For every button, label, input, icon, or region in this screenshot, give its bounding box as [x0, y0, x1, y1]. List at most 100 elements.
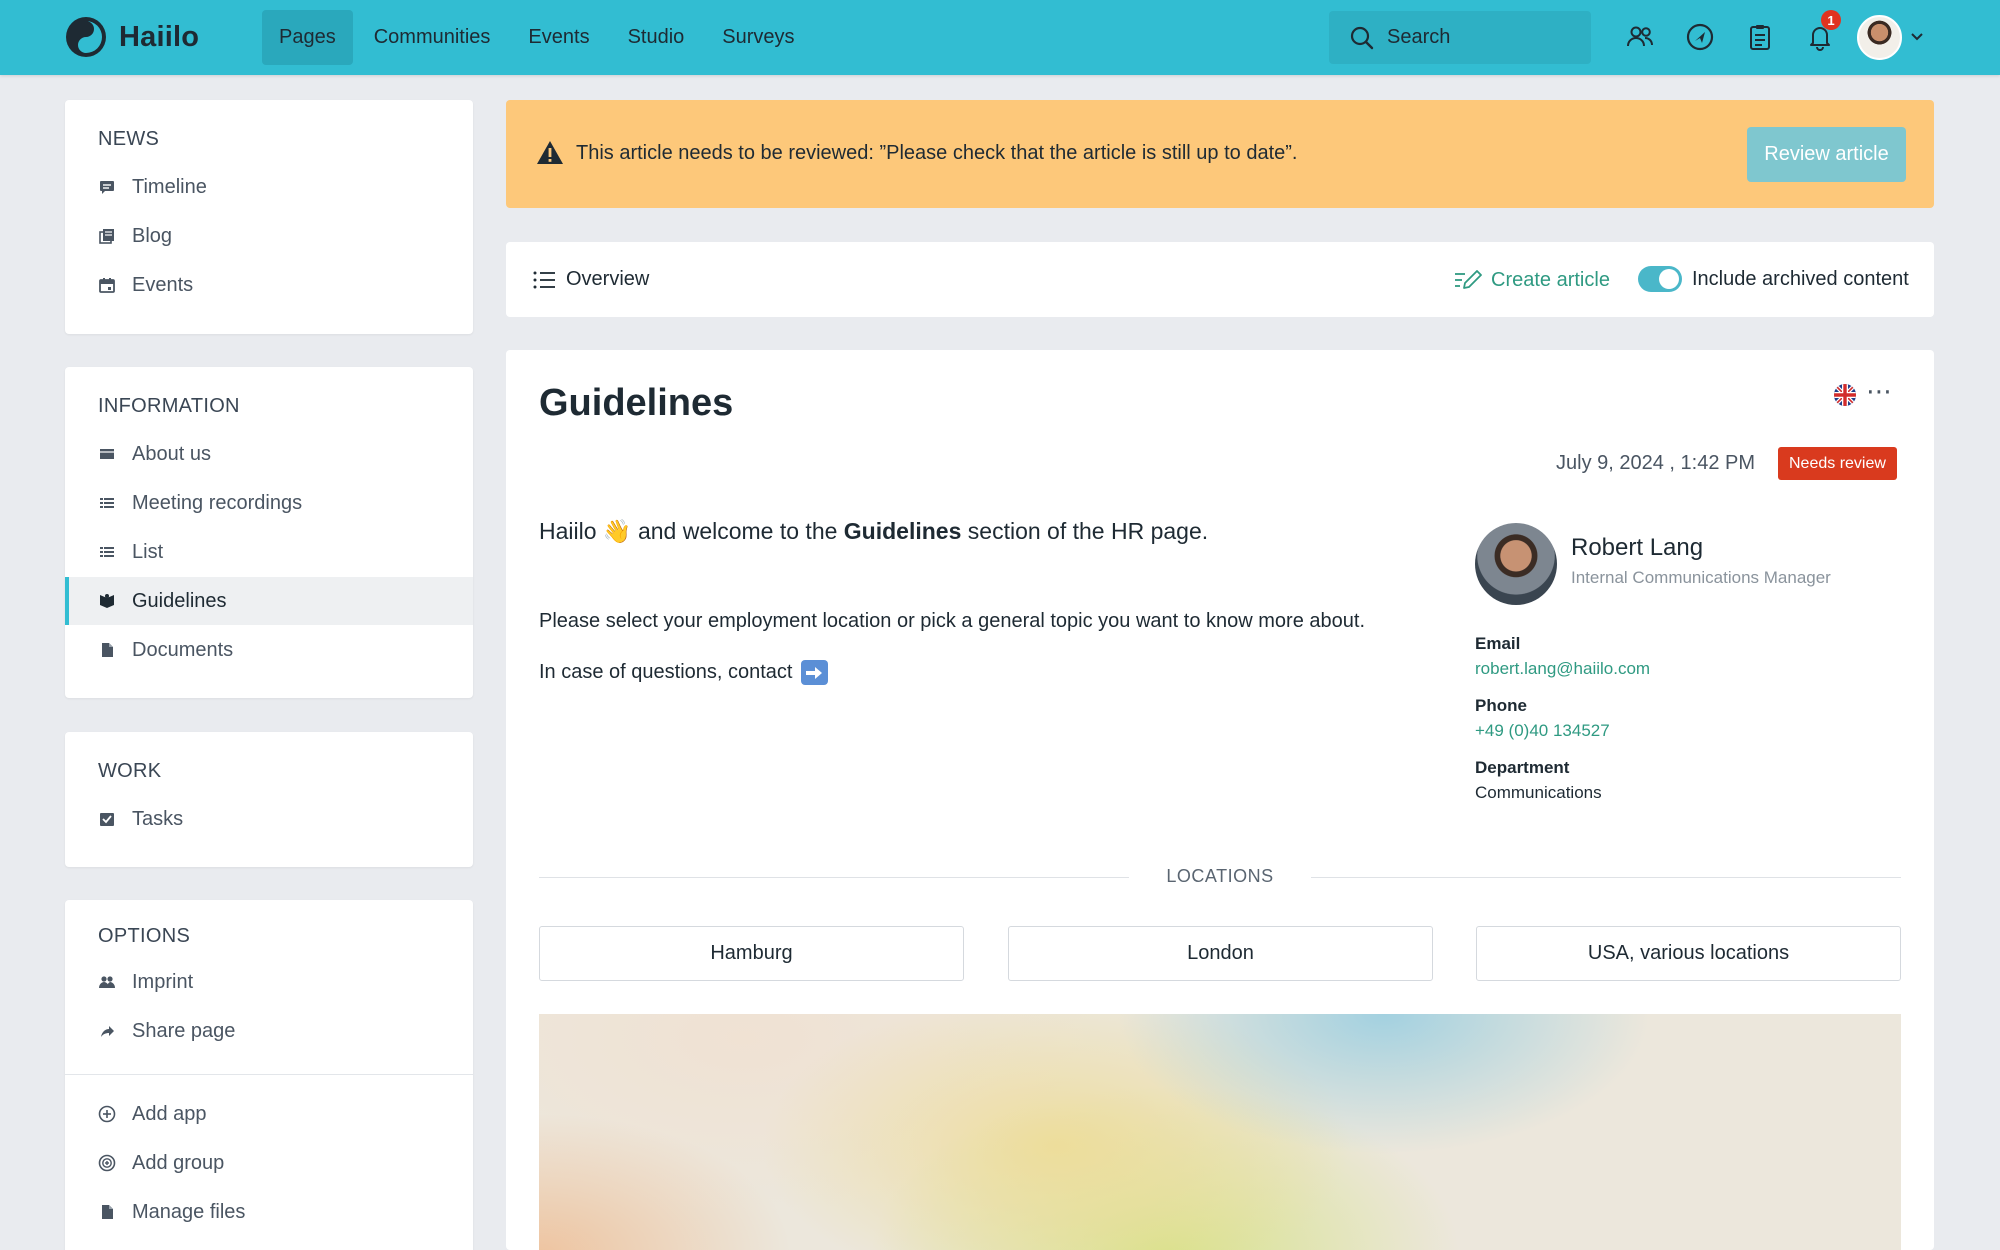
status-badge: Needs review: [1778, 447, 1897, 480]
sidebar-item-blog[interactable]: Blog: [65, 212, 473, 260]
department-value: Communications: [1475, 783, 1602, 802]
contact-role: Internal Communications Manager: [1571, 568, 1831, 587]
page-layout-icon: [98, 445, 116, 463]
nav-communities[interactable]: Communities: [357, 10, 508, 65]
location-button-hamburg[interactable]: Hamburg: [539, 926, 964, 981]
article-paragraph-contact: In case of questions, contact: [539, 660, 828, 685]
contact-avatar[interactable]: [1475, 523, 1557, 605]
email-link[interactable]: robert.lang@haiilo.com: [1475, 659, 1650, 679]
phone-link[interactable]: +49 (0)40 134527: [1475, 721, 1610, 741]
sidebar-item-label: Tasks: [132, 807, 184, 830]
search-placeholder: Search: [1387, 26, 1451, 48]
sidebar-item-label: Add app: [132, 1102, 207, 1125]
nav-pages[interactable]: Pages: [262, 10, 353, 65]
sidebar-item-share-page[interactable]: Share page: [65, 1007, 473, 1055]
location-button-london[interactable]: London: [1008, 926, 1433, 981]
add-group-icon: [98, 1154, 116, 1172]
list-icon: [98, 543, 116, 561]
sidebar-item-label: Blog: [132, 224, 173, 247]
clipboard-icon[interactable]: [1743, 20, 1777, 54]
checkbox-icon: [98, 810, 116, 828]
sidebar-news-card: NEWS Timeline Blog Events: [65, 100, 473, 334]
list-icon: [98, 494, 116, 512]
uk-flag-icon[interactable]: [1834, 384, 1856, 406]
alert-message: This article needs to be reviewed: ”Plea…: [576, 142, 1298, 164]
sidebar-item-list[interactable]: List: [65, 528, 473, 576]
nav-studio[interactable]: Studio: [611, 10, 702, 65]
review-alert: This article needs to be reviewed: ”Plea…: [506, 100, 1934, 208]
sidebar-item-label: Documents: [132, 638, 234, 661]
phone-label: Phone: [1475, 696, 1527, 715]
archived-content-toggle[interactable]: [1638, 266, 1682, 292]
warning-icon: [537, 141, 563, 164]
sidebar-item-label: Imprint: [132, 970, 194, 993]
contact-name[interactable]: Robert Lang: [1571, 534, 1703, 562]
article-card: Guidelines ⋯ July 9, 2024 , 1:42 PM Need…: [506, 350, 1934, 1250]
locations-heading: LOCATIONS: [1166, 866, 1274, 886]
contact-prompt: In case of questions, contact: [539, 661, 793, 683]
create-article-label: Create article: [1491, 268, 1610, 291]
department-label: Department: [1475, 758, 1570, 777]
sidebar-item-timeline[interactable]: Timeline: [65, 163, 473, 211]
sidebar-divider: [65, 1074, 473, 1075]
colleagues-icon[interactable]: [1623, 20, 1657, 54]
waving-hand-icon: 👋: [602, 518, 632, 544]
article-paragraph: Please select your employment location o…: [539, 610, 1365, 632]
sidebar-item-label: List: [132, 540, 164, 563]
book-icon: [98, 592, 116, 610]
share-icon: [98, 1022, 116, 1040]
sidebar-item-documents[interactable]: Documents: [65, 626, 473, 674]
haiilo-logo-icon: [66, 17, 106, 57]
overview-link[interactable]: Overview: [532, 268, 649, 291]
archived-content-label: Include archived content: [1692, 268, 1909, 290]
arrow-right-icon: [800, 660, 828, 685]
user-avatar[interactable]: [1857, 15, 1902, 60]
nav-events[interactable]: Events: [511, 10, 606, 65]
sidebar-item-label: Meeting recordings: [132, 491, 303, 514]
sidebar-item-about-us[interactable]: About us: [65, 430, 473, 478]
sidebar-information-heading: INFORMATION: [98, 395, 240, 417]
page-title: Guidelines: [539, 382, 734, 424]
overview-label: Overview: [566, 268, 650, 290]
review-article-button[interactable]: Review article: [1747, 127, 1906, 182]
sidebar-item-tasks[interactable]: Tasks: [65, 795, 473, 843]
sidebar-news-heading: NEWS: [98, 128, 160, 150]
list-outline-icon: [533, 271, 555, 288]
main-nav: Pages Communities Events Studio Surveys: [262, 10, 816, 65]
chevron-down-icon[interactable]: [1909, 28, 1925, 44]
sidebar-item-label: Add group: [132, 1151, 225, 1174]
people-icon: [98, 973, 116, 991]
add-circle-icon: [98, 1105, 116, 1123]
sidebar-item-imprint[interactable]: Imprint: [65, 958, 473, 1006]
sidebar-information-card: INFORMATION About us Meeting recordings …: [65, 367, 473, 698]
timeline-icon: [98, 178, 116, 196]
sidebar-item-add-app[interactable]: Add app: [65, 1090, 473, 1138]
sidebar-item-meeting-recordings[interactable]: Meeting recordings: [65, 479, 473, 527]
article-banner-image: [539, 1014, 1901, 1250]
sidebar-options-heading: OPTIONS: [98, 925, 191, 947]
nav-surveys[interactable]: Surveys: [705, 10, 811, 65]
sidebar-item-add-group[interactable]: Add group: [65, 1139, 473, 1187]
more-options-icon[interactable]: ⋯: [1866, 376, 1893, 407]
sidebar-item-label: About us: [132, 442, 211, 465]
sidebar-item-label: Manage files: [132, 1200, 246, 1223]
launchpad-icon[interactable]: [1683, 20, 1717, 54]
sidebar-item-label: Share page: [132, 1019, 236, 1042]
article-date: July 9, 2024 , 1:42 PM: [1556, 452, 1756, 474]
sidebar-item-label: Events: [132, 273, 194, 296]
article-welcome-heading: Haiilo 👋 and welcome to the Guidelines s…: [539, 518, 1208, 545]
blog-icon: [98, 227, 116, 245]
sidebar-item-label: Timeline: [132, 175, 207, 198]
article-toolbar: Overview Create article Include archived…: [506, 242, 1934, 317]
file-icon: [98, 1203, 116, 1221]
location-button-usa[interactable]: USA, various locations: [1476, 926, 1901, 981]
search-input[interactable]: Search: [1329, 11, 1591, 64]
sidebar-options-card: OPTIONS Imprint Share page Add app Add g…: [65, 900, 473, 1250]
create-article-button[interactable]: Create article: [1454, 268, 1610, 292]
sidebar-item-guidelines[interactable]: Guidelines: [65, 577, 473, 625]
welcome-prefix: Haiilo: [539, 518, 597, 544]
app-logo[interactable]: Haiilo: [65, 16, 199, 58]
welcome-text: and welcome to the: [637, 518, 838, 544]
sidebar-item-events[interactable]: Events: [65, 261, 473, 309]
sidebar-item-manage-files[interactable]: Manage files: [65, 1188, 473, 1236]
